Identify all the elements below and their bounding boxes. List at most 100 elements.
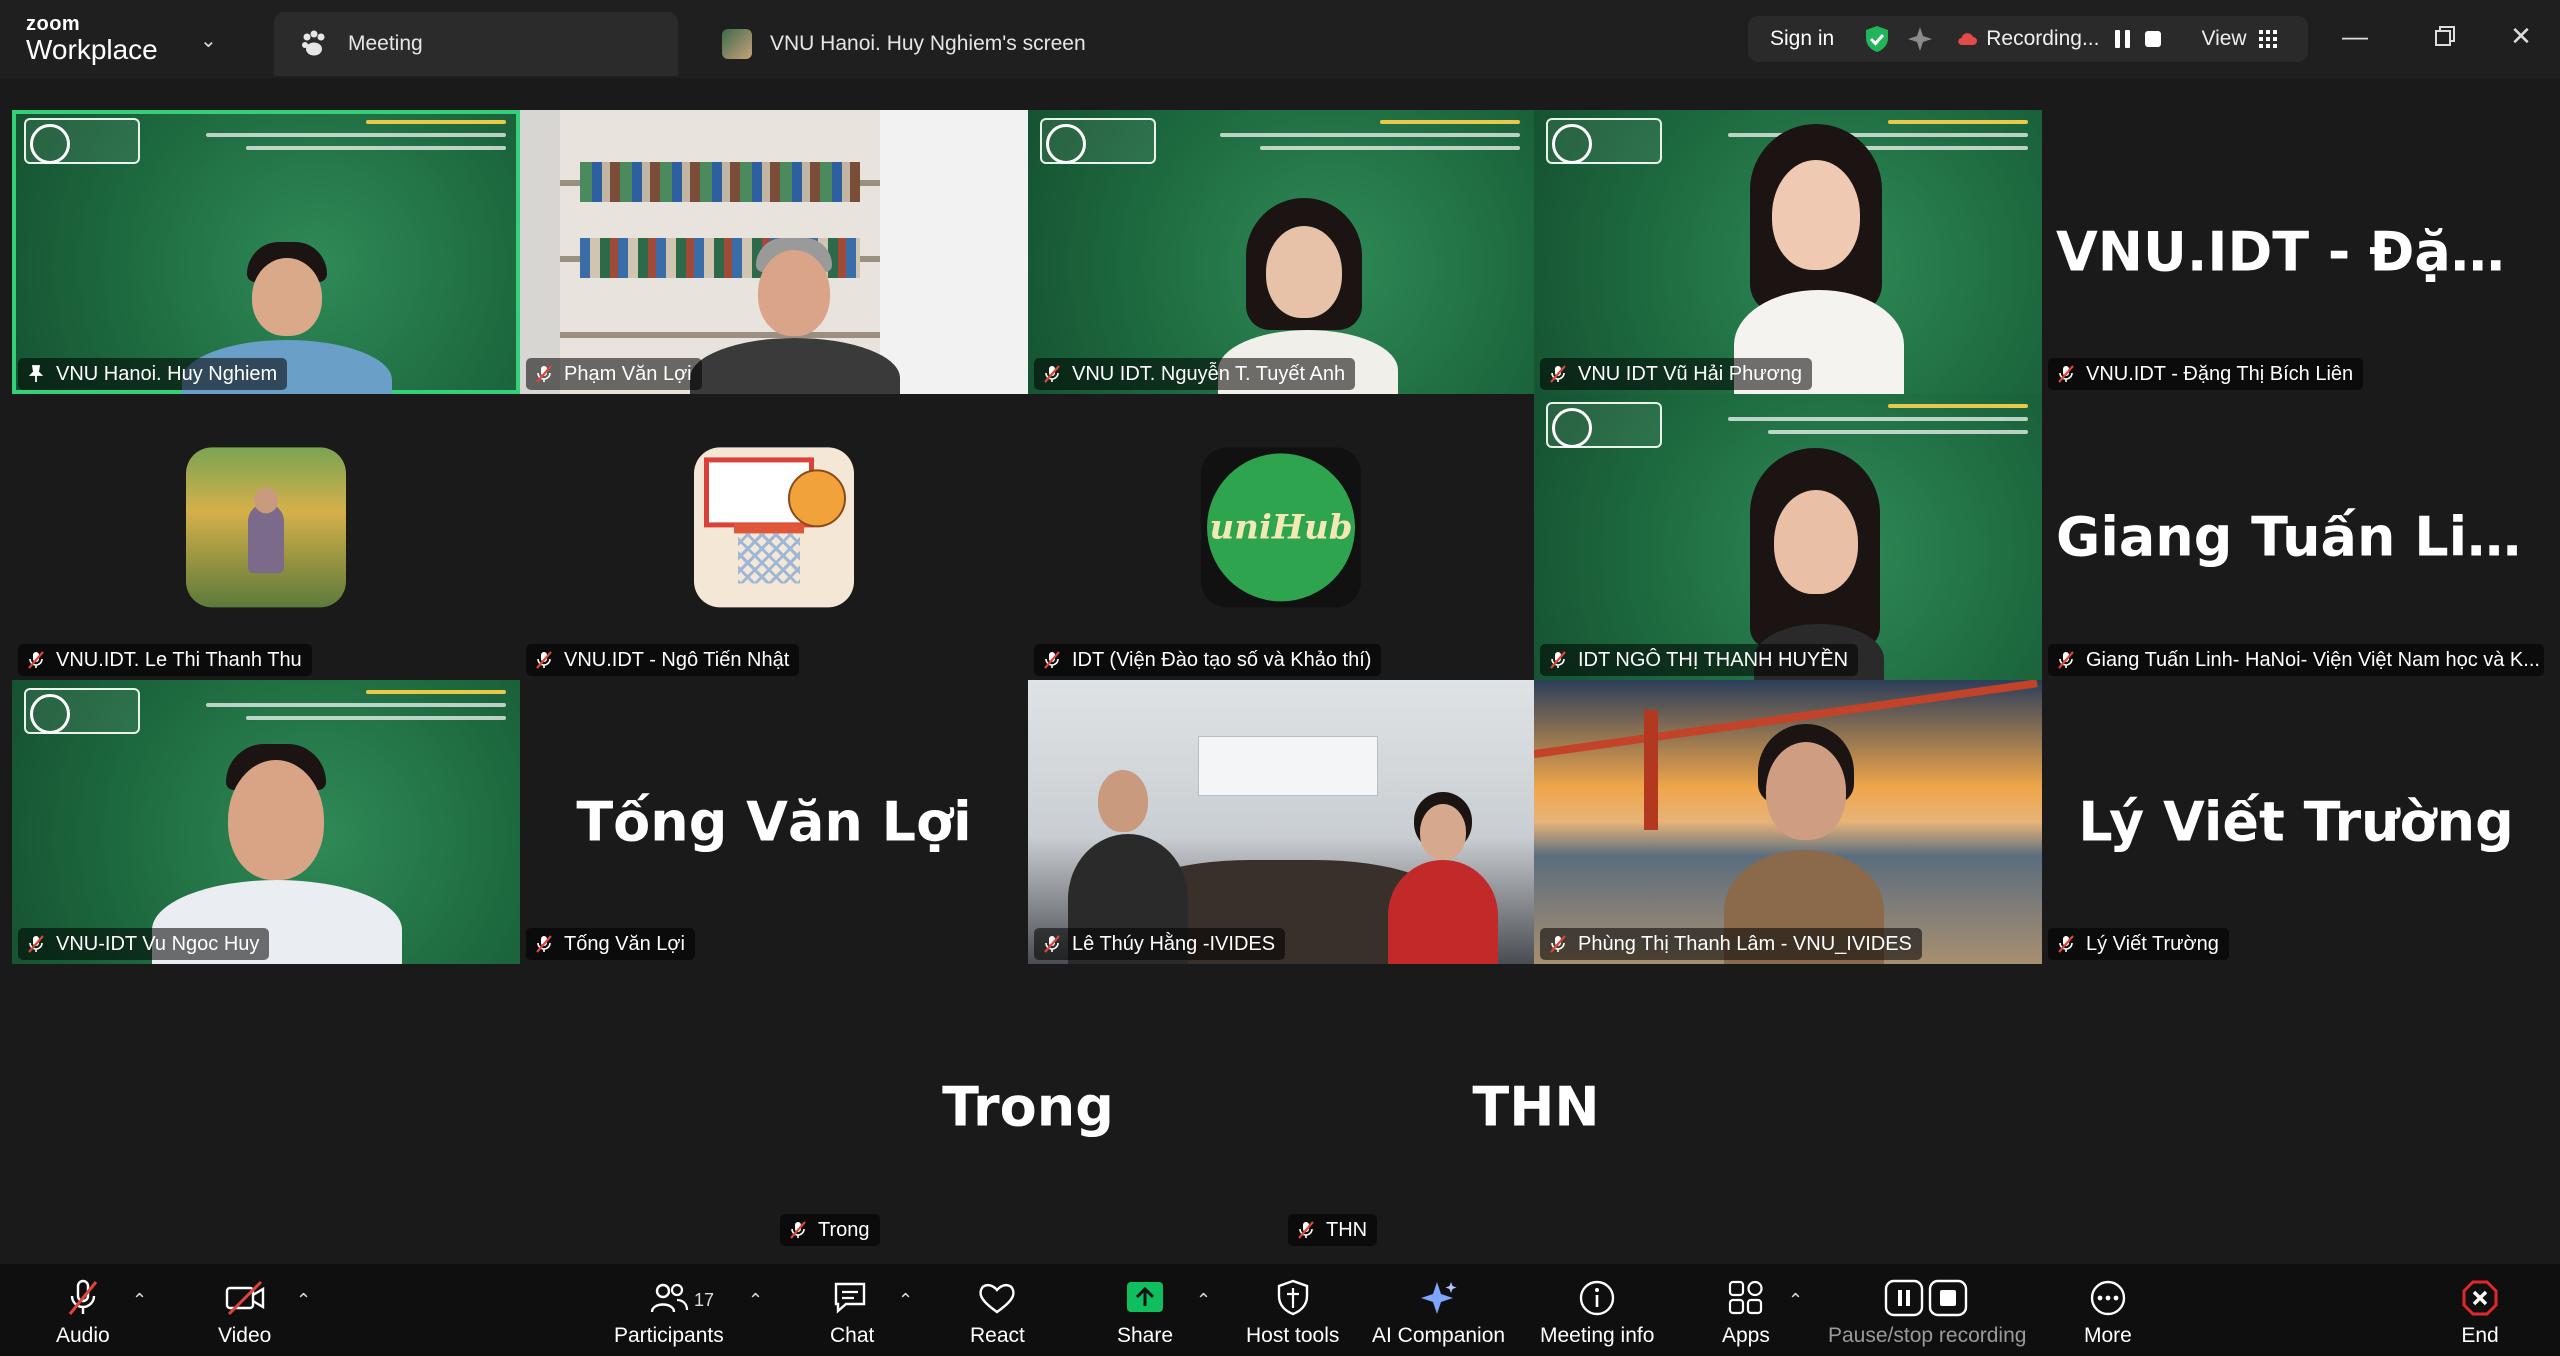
video-tile[interactable]: IDT NGÔ THỊ THANH HUYỀN [1534,394,2042,680]
name-only-tile[interactable]: Tống Văn Lợi Tống Văn Lợi [520,680,1028,964]
host-tools-button[interactable]: Host tools [1246,1278,1339,1348]
pause-stop-icon [1885,1279,1968,1317]
zoom-workplace-logo[interactable]: zoom Workplace [26,14,158,64]
more-button[interactable]: More [2084,1278,2132,1348]
ai-sparkle-icon [1420,1282,1457,1314]
microphone-muted-icon [536,365,552,383]
video-tile[interactable]: VNU IDT Vũ Hải Phương [1534,110,2042,394]
video-options-chevron-icon[interactable]: ⌃ [296,1290,311,1311]
cloud-recording-icon [1958,33,1978,46]
apps-options-chevron-icon[interactable]: ⌃ [1788,1290,1803,1311]
video-button[interactable]: Video [218,1278,271,1348]
apps-grid-icon [1728,1280,1763,1315]
participant-name-label: VNU Hanoi. Huy Nghiem [18,358,288,390]
name-only-tile[interactable]: Lý Viết Trường Lý Viết Trường [2042,680,2550,964]
share-button[interactable]: Share [1117,1278,1173,1348]
video-tile[interactable]: Phùng Thị Thanh Lâm - VNU_IVIDES [1534,680,2042,964]
participant-display-name: Tống Văn Lợi [576,790,972,854]
restore-icon[interactable] [2420,14,2470,58]
pause-stop-recording-button[interactable]: Pause/stop recording [1828,1278,2026,1348]
bridge-tower [1644,710,1658,830]
window-frame [880,110,1028,394]
tab-shared-screen-label: VNU Hanoi. Huy Nghiem's screen [770,32,1086,55]
participant-display-name: VNU.IDT - Đặng... [2056,220,2550,284]
participant-name-label: VNU-IDT Vu Ngoc Huy [18,928,270,960]
microphone-muted-icon [536,935,552,953]
share-options-chevron-icon[interactable]: ⌃ [1196,1290,1211,1311]
unihub-logo-text: uniHub [1209,507,1353,548]
participants-icon [650,1283,688,1313]
avatar-tile[interactable]: VNU.IDT. Le Thi Thanh Thu [12,394,520,680]
participant-name-label: Giang Tuấn Linh- HaNoi- Viện Việt Nam họ… [2048,644,2544,676]
view-button[interactable]: View [2201,27,2246,51]
chat-bubble-icon [834,1282,866,1314]
participant-name-label: Lý Viết Trường [2048,928,2229,960]
name-only-tile[interactable]: Trong Trong [774,964,1282,1250]
participant-name-label: VNU IDT Vũ Hải Phương [1540,358,1812,390]
participant-video [1714,120,1914,394]
heart-icon [979,1283,1016,1314]
microphone-muted-icon [1550,935,1566,953]
react-button[interactable]: React [970,1278,1025,1348]
video-tile[interactable]: Lê Thúy Hằng -IVIDES [1028,680,1534,964]
grid-view-icon[interactable] [2258,30,2277,48]
meeting-status-bar: Sign in Recording... View [1748,16,2308,62]
audio-button[interactable]: Audio [56,1278,110,1348]
avatar-tile[interactable]: VNU.IDT - Ngô Tiến Nhật [520,394,1028,680]
video-tile[interactable]: VNU-IDT Vu Ngoc Huy [12,680,520,964]
course-banner [1028,110,1534,172]
microphone-muted-icon [28,651,44,669]
chat-options-chevron-icon[interactable]: ⌃ [898,1290,913,1311]
video-tile[interactable]: VNU Hanoi. Huy Nghiem [12,110,520,394]
tab-meeting[interactable]: Meeting [274,12,678,76]
end-meeting-button[interactable]: End [2458,1278,2502,1348]
screen-thumbnail-icon [722,29,752,59]
paw-icon [302,30,325,56]
name-only-tile[interactable]: VNU.IDT - Đặng... VNU.IDT - Đặng Thị Bíc… [2042,110,2550,394]
recording-status: Recording... [1986,27,2100,50]
meeting-info-button[interactable]: Meeting info [1540,1278,1654,1348]
minimize-icon[interactable]: — [2330,14,2380,58]
encryption-shield-icon[interactable] [1862,24,1892,54]
participants-options-chevron-icon[interactable]: ⌃ [748,1290,763,1311]
pause-recording-icon[interactable] [2115,30,2131,48]
ai-companion-button[interactable]: AI Companion [1372,1278,1505,1348]
end-call-icon [2462,1280,2498,1316]
tab-shared-screen[interactable]: VNU Hanoi. Huy Nghiem's screen [716,12,1086,76]
close-icon[interactable]: ✕ [2496,14,2546,58]
audio-options-chevron-icon[interactable]: ⌃ [132,1290,147,1311]
more-dots-icon [2090,1280,2126,1316]
brand-bottom: Workplace [26,34,158,65]
basketball-avatar [694,447,854,608]
title-bar: zoom Workplace ⌄ Meeting VNU Hanoi. Huy … [0,0,2560,78]
participant-video [1388,790,1498,964]
ai-sparkle-icon[interactable] [1906,25,1934,53]
chevron-down-icon[interactable]: ⌄ [200,28,217,53]
video-off-icon [225,1280,264,1316]
name-only-tile[interactable]: THN THN [1282,964,1790,1250]
participant-name-label: VNU.IDT - Ngô Tiến Nhật [526,644,800,676]
microphone-muted-icon [1550,651,1566,669]
participant-name-label: Tống Văn Lợi [526,928,695,960]
video-tile[interactable]: VNU IDT. Nguyễn T. Tuyết Anh [1028,110,1534,394]
participants-button[interactable]: Participants [614,1278,724,1348]
name-only-tile[interactable]: Giang Tuấn Linh... Giang Tuấn Linh- HaNo… [2042,394,2550,680]
microphone-muted-icon [1298,1221,1314,1239]
book-row [580,162,860,202]
sign-in-button[interactable]: Sign in [1770,27,1834,51]
apps-button[interactable]: Apps [1722,1278,1770,1348]
avatar-tile[interactable]: uniHub IDT (Viện Đào tạo số và Khảo thí) [1028,394,1534,680]
pin-icon [28,365,44,382]
participant-name-label: IDT (Viện Đào tạo số và Khảo thí) [1034,644,1382,676]
microphone-muted-icon [1044,651,1060,669]
microphone-muted-icon [2058,651,2074,669]
microphone-muted-icon [2058,365,2074,383]
microphone-muted-icon [1044,935,1060,953]
brand-top: zoom [26,13,81,35]
video-tile[interactable]: Phạm Văn Lợi [520,110,1028,394]
microphone-muted-icon [1044,365,1060,383]
participant-display-name: Lý Viết Trường [2078,790,2514,854]
stop-recording-icon[interactable] [2145,31,2162,47]
info-icon [1580,1280,1615,1316]
chat-button[interactable]: Chat [830,1278,874,1348]
